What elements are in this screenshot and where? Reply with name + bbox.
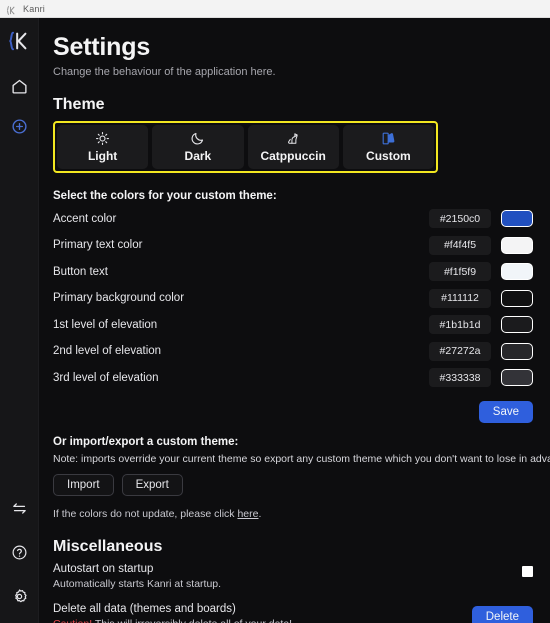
color-label: Button text [53, 265, 108, 278]
refresh-hint-link[interactable]: here [237, 508, 258, 520]
miscellaneous-heading: Miscellaneous [53, 538, 163, 555]
palette-icon [381, 131, 396, 146]
moon-icon [190, 131, 205, 146]
autostart-text: Autostart on startup Automatically start… [53, 563, 522, 590]
theme-option-dark[interactable]: Dark [152, 124, 244, 169]
color-row-elevation-3: 3rd level of elevation #333338 [53, 365, 538, 392]
color-row-accent: Accent color #2150c0 [53, 206, 538, 233]
sidebar [0, 18, 39, 623]
color-row-elevation-1: 1st level of elevation #1b1b1d [53, 312, 538, 339]
color-hex-input[interactable]: #2150c0 [429, 209, 491, 229]
color-hex-input[interactable]: #111112 [429, 288, 491, 308]
autostart-description: Automatically starts Kanri at startup. [53, 578, 222, 590]
color-hex-input[interactable]: #f4f4f5 [429, 235, 491, 255]
color-hex-input[interactable]: #333338 [429, 368, 491, 388]
color-label: Primary background color [53, 292, 185, 305]
color-hex-input[interactable]: #1b1b1d [429, 315, 491, 335]
color-label: 1st level of elevation [53, 318, 158, 331]
color-label: 3rd level of elevation [53, 371, 159, 384]
sidebar-item-add-board[interactable] [6, 113, 32, 139]
color-hex-input[interactable]: #27272a [429, 341, 491, 361]
color-row-button-text: Button text #f1f5f9 [53, 259, 538, 286]
home-icon [11, 78, 28, 95]
color-swatch[interactable] [501, 369, 533, 387]
theme-option-catppuccin[interactable]: Catppuccin [247, 124, 339, 169]
sidebar-bottom-group [6, 495, 32, 611]
color-label: 2nd level of elevation [53, 345, 162, 358]
question-circle-icon [11, 544, 28, 561]
delete-data-row: Delete all data (themes and boards) Caut… [53, 603, 538, 623]
autostart-row: Autostart on startup Automatically start… [53, 563, 538, 590]
autostart-checkbox[interactable] [522, 566, 533, 577]
theme-option-custom[interactable]: Custom [342, 124, 434, 169]
color-swatch[interactable] [501, 316, 533, 334]
app-shell: Settings Change the behaviour of the app… [0, 18, 550, 623]
page-title: Settings [53, 33, 151, 61]
kanri-logo-icon [6, 3, 17, 16]
color-swatch[interactable] [501, 263, 533, 281]
sidebar-logo[interactable] [8, 30, 30, 57]
custom-colors-heading: Select the colors for your custom theme: [53, 189, 277, 202]
import-button[interactable]: Import [53, 474, 114, 496]
sidebar-item-transfer[interactable] [6, 495, 32, 521]
theme-section-heading: Theme [53, 95, 105, 113]
import-export-heading: Or import/export a custom theme: [53, 436, 239, 448]
color-swatch[interactable] [501, 342, 533, 360]
export-button[interactable]: Export [121, 474, 183, 496]
import-export-buttons: Import Export [53, 474, 538, 496]
import-export-note: Note: imports override your current them… [53, 453, 550, 465]
sidebar-item-home[interactable] [6, 73, 32, 99]
window-titlebar: Kanri [0, 0, 550, 18]
color-row-primary-background: Primary background color #111112 [53, 285, 538, 312]
delete-data-caution: Caution! This will irreversibly delete a… [53, 618, 472, 623]
caution-text: This will irreversibly delete all of you… [92, 618, 292, 623]
sun-icon [95, 131, 110, 146]
color-hex-input[interactable]: #f1f5f9 [429, 262, 491, 282]
theme-option-label: Dark [184, 148, 212, 163]
window-title: Kanri [23, 3, 46, 14]
color-label: Primary text color [53, 239, 143, 252]
save-row: Save [53, 401, 538, 423]
theme-option-label: Catppuccin [260, 148, 326, 163]
theme-option-light[interactable]: Light [57, 124, 149, 169]
refresh-hint-suffix: . [258, 508, 262, 520]
save-button[interactable]: Save [478, 401, 533, 423]
autostart-title: Autostart on startup [53, 563, 154, 575]
color-swatch[interactable] [501, 210, 533, 228]
gear-icon [11, 588, 28, 605]
page-subtitle: Change the behaviour of the application … [53, 65, 276, 78]
transfer-arrows-icon [11, 500, 28, 517]
color-row-elevation-2: 2nd level of elevation #27272a [53, 338, 538, 365]
delete-data-text: Delete all data (themes and boards) Caut… [53, 603, 472, 623]
plus-circle-icon [11, 118, 28, 135]
refresh-hint: If the colors do not update, please clic… [53, 508, 538, 520]
cat-icon [285, 131, 301, 146]
theme-selector-group: Light Dark Catppuccin Custom [53, 120, 438, 173]
custom-colors-list: Accent color #2150c0 Primary text color … [53, 206, 538, 392]
color-swatch[interactable] [501, 236, 533, 254]
delete-data-title: Delete all data (themes and boards) [53, 603, 236, 615]
theme-option-label: Custom [366, 148, 411, 163]
color-row-primary-text: Primary text color #f4f4f5 [53, 232, 538, 259]
color-swatch[interactable] [501, 289, 533, 307]
sidebar-item-settings[interactable] [6, 583, 32, 609]
delete-button[interactable]: Delete [471, 605, 533, 623]
refresh-hint-prefix: If the colors do not update, please clic… [53, 508, 238, 520]
sidebar-item-help[interactable] [6, 539, 32, 565]
caution-label: Caution! [53, 618, 92, 623]
settings-page: Settings Change the behaviour of the app… [39, 18, 550, 623]
theme-option-label: Light [87, 148, 118, 163]
color-label: Accent color [53, 212, 117, 225]
